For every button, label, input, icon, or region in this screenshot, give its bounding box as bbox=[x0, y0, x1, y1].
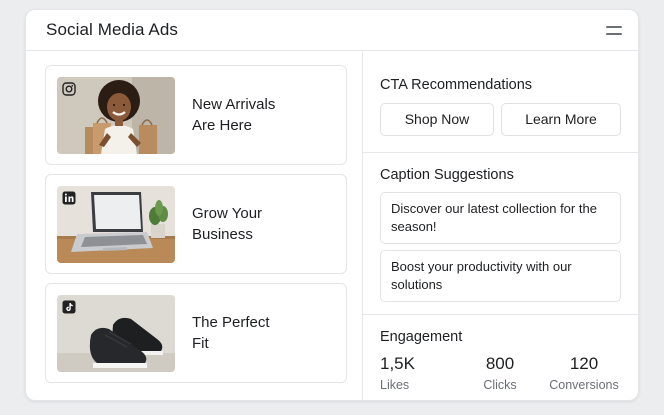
stat-conversions: 120 Conversions bbox=[548, 354, 620, 394]
shop-now-button[interactable]: Shop Now bbox=[380, 103, 494, 136]
ad-headline: New Arrivals Are Here bbox=[192, 94, 275, 136]
caption-suggestion[interactable]: Discover our latest collection for the s… bbox=[380, 192, 621, 244]
cta-section-title: CTA Recommendations bbox=[380, 77, 533, 93]
ad-headline-line2: Business bbox=[192, 226, 253, 243]
stat-label: Clicks bbox=[483, 378, 517, 392]
engagement-section-title: Engagement bbox=[380, 329, 463, 345]
ad-image-shopping bbox=[57, 77, 175, 154]
stat-clicks: 800 Clicks bbox=[482, 354, 518, 394]
ad-image-laptop bbox=[57, 186, 175, 263]
linkedin-icon bbox=[62, 191, 76, 205]
ad-headline: The Perfect Fit bbox=[192, 312, 270, 354]
ad-headline-line2: Fit bbox=[192, 335, 209, 352]
caption-section-title: Caption Suggestions bbox=[380, 167, 514, 183]
stat-label: Likes bbox=[380, 378, 410, 392]
insights-panel: CTA Recommendations Shop Now Learn More … bbox=[363, 51, 638, 400]
ad-headline-line2: Are Here bbox=[192, 117, 253, 134]
caption-suggestion[interactable]: Boost your productivity with our solutio… bbox=[380, 250, 621, 302]
ad-card-instagram[interactable]: New Arrivals Are Here bbox=[45, 65, 347, 165]
ad-image-sneakers bbox=[57, 295, 175, 372]
tiktok-icon bbox=[62, 300, 76, 314]
stat-value: 1,5K bbox=[380, 354, 415, 373]
ad-card-linkedin[interactable]: Grow Your Business bbox=[45, 174, 347, 274]
stat-likes: 1,5K Likes bbox=[380, 354, 415, 394]
ad-headline-line1: The Perfect bbox=[192, 314, 270, 331]
learn-more-button[interactable]: Learn More bbox=[501, 103, 621, 136]
ad-headline: Grow Your Business bbox=[192, 203, 262, 245]
stat-value: 800 bbox=[485, 354, 515, 373]
ad-card-tiktok[interactable]: The Perfect Fit bbox=[45, 283, 347, 383]
ad-headline-line1: Grow Your bbox=[192, 205, 263, 222]
card-title: Social Media Ads bbox=[46, 20, 179, 39]
stat-label: Conversions bbox=[549, 378, 619, 392]
social-media-ads-card: Social Media Ads New Arrivals Are Here G… bbox=[25, 9, 639, 401]
stat-value: 120 bbox=[569, 354, 599, 373]
ad-list: New Arrivals Are Here Grow Your Business… bbox=[26, 51, 363, 400]
ad-headline-line1: New Arrivals bbox=[192, 96, 276, 113]
section-divider bbox=[363, 152, 638, 153]
card-header: Social Media Ads bbox=[26, 10, 638, 51]
menu-icon[interactable] bbox=[604, 22, 624, 38]
section-divider bbox=[363, 314, 638, 315]
instagram-icon bbox=[62, 82, 76, 96]
